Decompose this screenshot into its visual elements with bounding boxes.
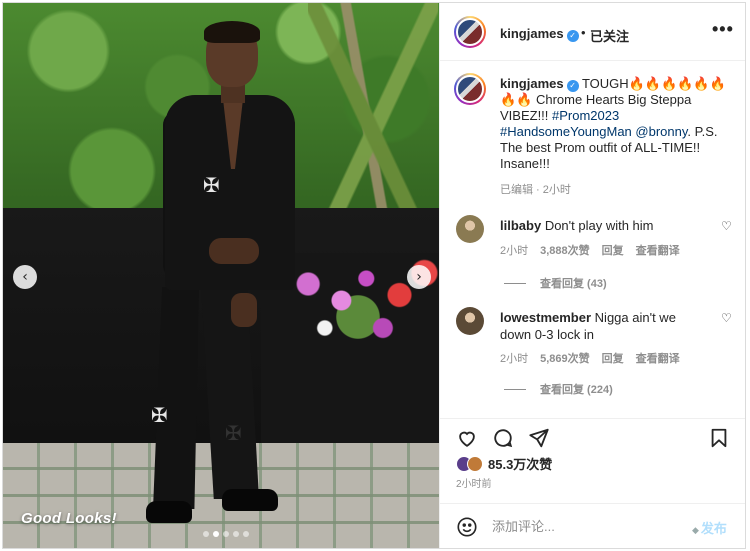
author-username-text[interactable]: kingjames bbox=[500, 26, 564, 41]
post-dialog: ✠ ✠ ✠ ‹ › Good Looks! kingjames ✓ • 已关注 •… bbox=[2, 2, 746, 549]
person-hands bbox=[209, 238, 259, 264]
comment-avatar[interactable] bbox=[456, 215, 484, 243]
verified-badge-icon: ✓ bbox=[566, 30, 579, 42]
comment-translate-button[interactable]: 查看翻译 bbox=[636, 242, 680, 258]
comment-like-count[interactable]: 5,869次赞 bbox=[540, 350, 590, 366]
comment-time: 2小时 bbox=[500, 245, 529, 257]
comment-translate-button[interactable]: 查看翻译 bbox=[636, 350, 680, 366]
post-header: kingjames ✓ • 已关注 ••• bbox=[440, 3, 745, 61]
comment-input[interactable] bbox=[492, 514, 682, 538]
post-side-panel: kingjames ✓ • 已关注 ••• kingjames ✓ TOUGH🔥🔥🔥… bbox=[439, 3, 745, 548]
verified-badge-icon: ✓ bbox=[566, 80, 579, 92]
comment-text: lilbaby Don't play with him bbox=[500, 217, 710, 234]
comment-reply-button[interactable]: 回复 bbox=[602, 242, 624, 258]
person-shoe-left bbox=[146, 501, 192, 523]
comment-body: Don't play with him bbox=[544, 218, 654, 233]
chevron-left-icon: ‹ bbox=[22, 269, 28, 285]
caption-meta: 已编辑 · 2小时 bbox=[500, 184, 571, 196]
comment-meta: 2小时 3,888次赞 回复 查看翻译 bbox=[500, 242, 692, 258]
caption-hashtag-link[interactable]: @bronny bbox=[635, 124, 687, 139]
author-avatar[interactable] bbox=[454, 16, 486, 48]
comment-like-heart-icon[interactable]: ♡ bbox=[721, 219, 732, 233]
view-replies-button[interactable]: 查看回复 (224) bbox=[504, 381, 613, 397]
comment-reply-button[interactable]: 回复 bbox=[602, 350, 624, 366]
comment-time: 2小时 bbox=[500, 353, 529, 365]
likes-summary[interactable]: 85.3万次赞 bbox=[456, 454, 552, 473]
caption-username[interactable]: kingjames bbox=[500, 76, 564, 91]
person-hand-lower bbox=[231, 293, 257, 327]
photo-watermark: Good Looks! bbox=[21, 510, 117, 527]
share-icon[interactable] bbox=[528, 427, 550, 449]
carousel-dot[interactable] bbox=[223, 531, 229, 537]
carousel-next-button[interactable]: › bbox=[407, 265, 431, 289]
person-shoe-right bbox=[222, 489, 278, 511]
carousel-dot[interactable] bbox=[203, 531, 209, 537]
comment-like-count[interactable]: 3,888次赞 bbox=[540, 242, 590, 258]
header-separator: • bbox=[581, 25, 586, 40]
following-button[interactable]: 已关注 bbox=[590, 26, 629, 45]
post-comment-label[interactable]: 发布 bbox=[701, 521, 727, 536]
more-options-icon[interactable]: ••• bbox=[712, 19, 734, 40]
cross-patch-icon: ✠ bbox=[225, 421, 242, 445]
emoji-icon[interactable] bbox=[456, 516, 478, 538]
carousel-dot[interactable] bbox=[213, 531, 219, 537]
comment-meta: 2小时 5,869次赞 回复 查看翻译 bbox=[500, 350, 692, 366]
carousel-dot[interactable] bbox=[243, 531, 249, 537]
view-replies-button[interactable]: 查看回复 (43) bbox=[504, 275, 607, 291]
author-username[interactable]: kingjames ✓ bbox=[500, 26, 579, 42]
carousel-indicator bbox=[203, 531, 249, 537]
replies-divider bbox=[504, 282, 526, 284]
carousel-prev-button[interactable]: ‹ bbox=[13, 265, 37, 289]
comment-avatar[interactable] bbox=[456, 307, 484, 335]
comment-text: lowestmember Nigga ain't we down 0-3 loc… bbox=[500, 309, 710, 343]
cross-patch-icon: ✠ bbox=[203, 173, 220, 197]
person-hair bbox=[204, 21, 260, 43]
carousel-dot[interactable] bbox=[233, 531, 239, 537]
comment-composer: ◆发布 bbox=[440, 503, 745, 548]
post-photo[interactable]: ✠ ✠ ✠ ‹ › Good Looks! bbox=[3, 3, 439, 548]
view-replies-label[interactable]: 查看回复 (224) bbox=[540, 381, 613, 397]
replies-divider bbox=[504, 388, 526, 390]
chevron-right-icon: › bbox=[416, 269, 422, 285]
liker-avatar bbox=[467, 455, 483, 472]
comment-username[interactable]: lowestmember bbox=[500, 310, 591, 325]
scroll-knob-icon: ◆ bbox=[692, 525, 699, 535]
comment-icon[interactable] bbox=[492, 427, 514, 449]
cross-patch-icon: ✠ bbox=[151, 403, 168, 427]
post-timestamp[interactable]: 2小时前 bbox=[456, 475, 492, 490]
comment-like-heart-icon[interactable]: ♡ bbox=[721, 311, 732, 325]
likes-count[interactable]: 85.3万次赞 bbox=[488, 454, 552, 473]
caption-hashtag-link[interactable]: #HandsomeYoungMan bbox=[500, 124, 632, 139]
comment-username[interactable]: lilbaby bbox=[500, 218, 541, 233]
post-actions-bar bbox=[440, 418, 745, 454]
post-comment-button[interactable]: ◆ 发布 bbox=[692, 518, 727, 537]
caption-avatar[interactable] bbox=[454, 73, 486, 105]
caption-text: kingjames ✓ TOUGH🔥🔥🔥🔥🔥🔥🔥🔥 Chrome Hearts B… bbox=[500, 76, 736, 172]
heart-icon[interactable] bbox=[456, 427, 478, 449]
caption-hashtag-link[interactable]: #Prom2023 bbox=[552, 108, 619, 123]
view-replies-label[interactable]: 查看回复 (43) bbox=[540, 275, 607, 291]
bookmark-icon[interactable] bbox=[708, 427, 730, 449]
